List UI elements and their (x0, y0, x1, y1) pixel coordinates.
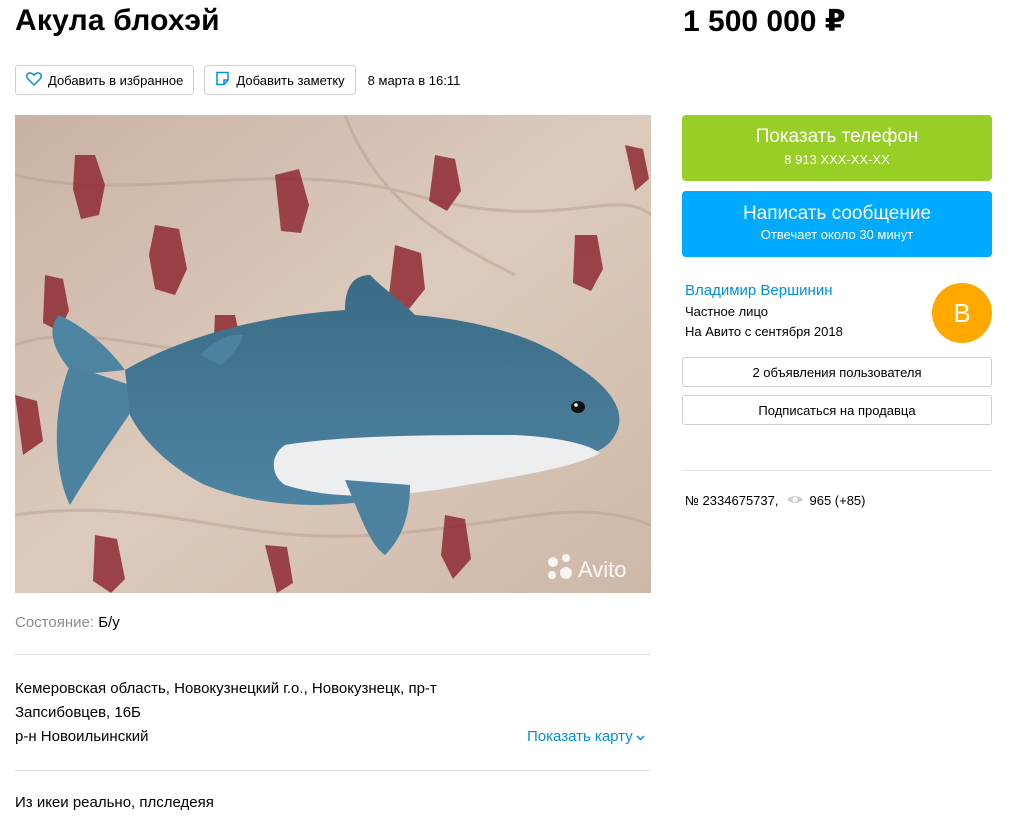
view-count: 965 (+85) (809, 493, 866, 508)
show-phone-button[interactable]: Показать телефон 8 913 XXX-XX-XX (682, 115, 992, 181)
avito-watermark-text: Avito (578, 557, 627, 582)
price: 1 500 000 ₽ (683, 5, 846, 38)
shark-plush-image: Avito (15, 115, 651, 593)
phone-masked: 8 913 XXX-XX-XX (784, 152, 890, 167)
condition-label: Состояние: (15, 614, 95, 631)
district: р-н Новоильинский (15, 728, 149, 745)
address-line-1: Кемеровская область, Новокузнецкий г.о.,… (15, 680, 437, 697)
send-message-button[interactable]: Написать сообщение Отвечает около 30 мин… (682, 191, 992, 257)
condition-value: Б/у (98, 614, 120, 631)
chevron-down-icon (636, 728, 645, 745)
listing-photo[interactable]: Avito (15, 115, 651, 593)
seller-name-link[interactable]: Владимир Вершинин (685, 282, 832, 299)
eye-icon (786, 493, 804, 508)
show-map-label: Показать карту (527, 728, 633, 745)
divider (15, 654, 651, 655)
show-map-link[interactable]: Показать карту (527, 728, 645, 745)
response-time: Отвечает около 30 минут (760, 227, 914, 242)
add-favorite-button[interactable]: Добавить в избранное (15, 65, 195, 95)
ad-number: № 2334675737, (685, 493, 779, 508)
add-note-label: Добавить заметку (236, 72, 345, 88)
divider (15, 770, 651, 771)
subscribe-seller-button[interactable]: Подписаться на продавца (682, 395, 992, 425)
address-line-2: Запсибовцев, 16Б (15, 704, 141, 721)
show-phone-label: Показать телефон (755, 126, 919, 147)
ad-stats: № 2334675737, 965 (+85) (685, 493, 866, 508)
heart-icon (26, 71, 48, 89)
publish-date: 8 марта в 16:11 (367, 72, 461, 88)
page-title: Акула блохэй (15, 4, 220, 37)
condition: Состояние: Б/у (15, 614, 120, 631)
divider (682, 470, 992, 471)
send-message-label: Написать сообщение (742, 203, 932, 224)
add-note-button[interactable]: Добавить заметку (204, 65, 356, 95)
listing-actions: Добавить в избранное Добавить заметку 8 … (15, 65, 460, 95)
add-favorite-label: Добавить в избранное (48, 72, 184, 88)
seller-since: На Авито с сентября 2018 (685, 324, 843, 339)
avatar[interactable]: В (932, 283, 992, 343)
address: Кемеровская область, Новокузнецкий г.о.,… (15, 677, 515, 749)
description: Из икеи реально, плследеяя (15, 794, 214, 811)
seller-listings-button[interactable]: 2 объявления пользователя (682, 357, 992, 387)
seller-type: Частное лицо (685, 304, 768, 319)
note-icon (215, 71, 236, 89)
